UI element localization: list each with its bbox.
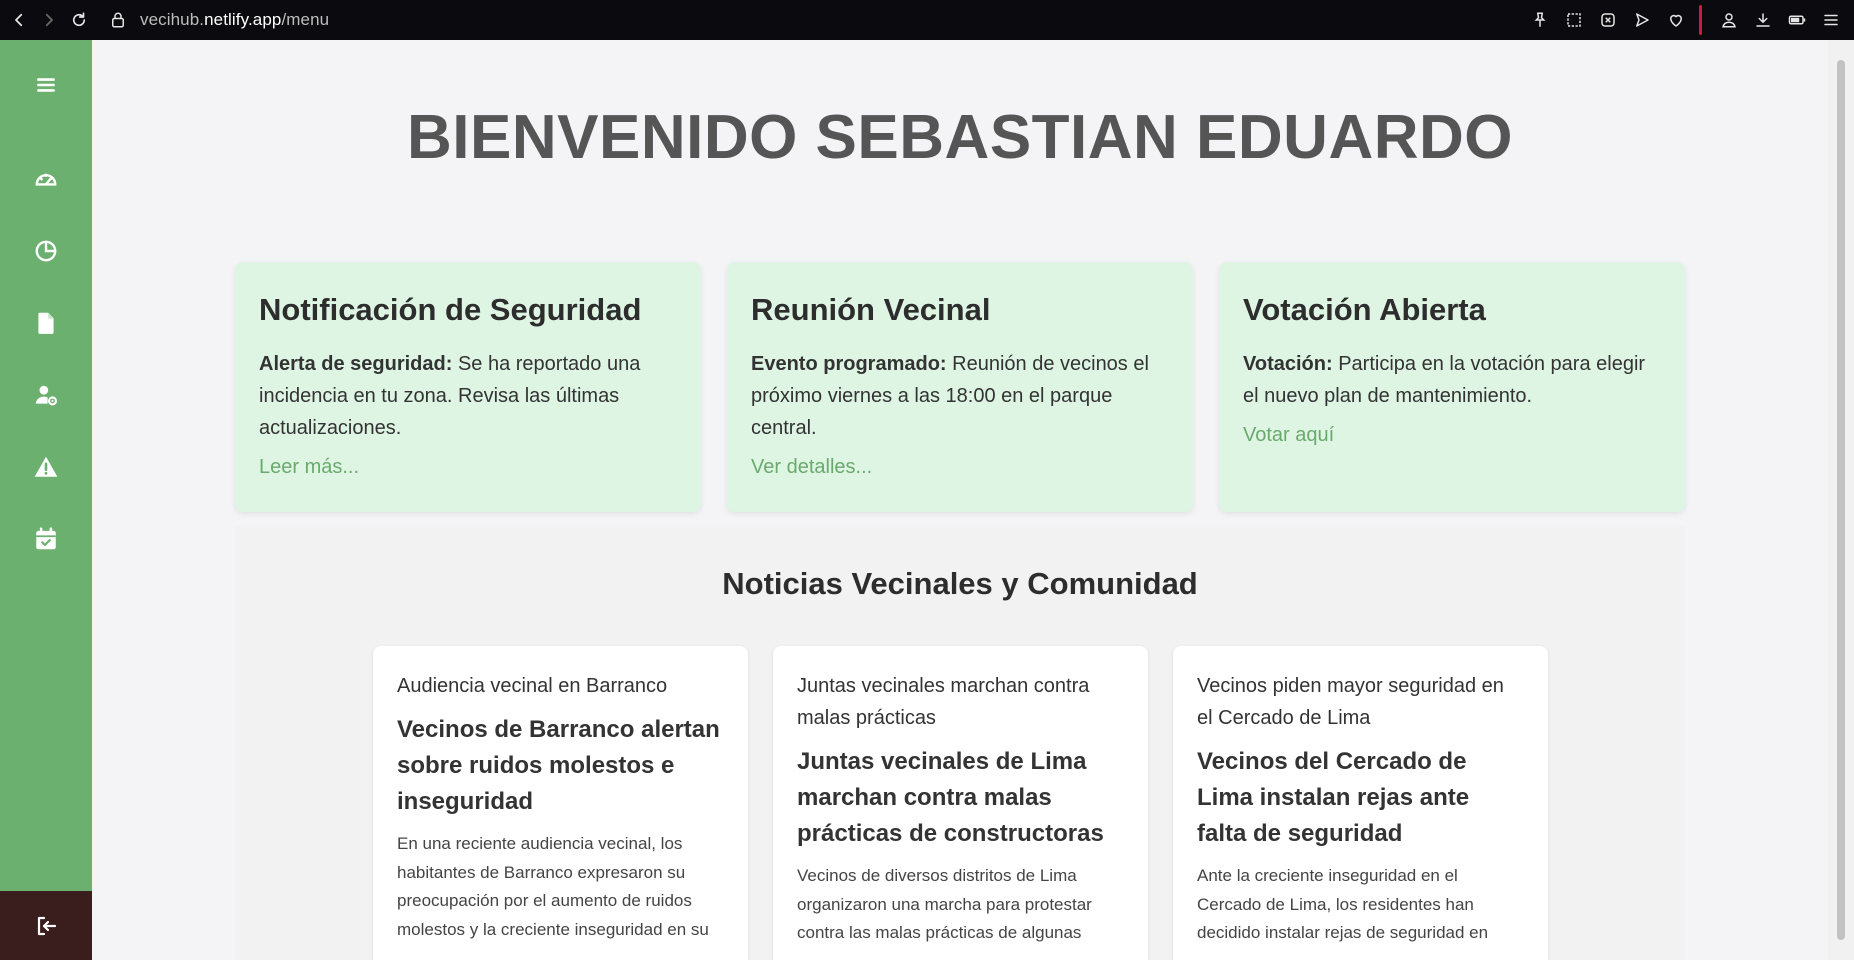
news-card[interactable]: Vecinos piden mayor seguridad en el Cerc… (1173, 646, 1548, 960)
user-settings-icon (35, 385, 58, 406)
forward-button[interactable] (34, 0, 64, 40)
news-section: Noticias Vecinales y Comunidad Audiencia… (235, 526, 1685, 960)
card-title: Reunión Vecinal (751, 292, 991, 327)
screenshot-icon[interactable] (1557, 0, 1591, 40)
news-summary: En una reciente audiencia vecinal, los h… (397, 834, 709, 939)
news-title[interactable]: Juntas vecinales de Lima marchan contra … (797, 744, 1124, 852)
news-card[interactable]: Juntas vecinales marchan contra malas pr… (773, 646, 1148, 960)
news-image: Audiencia vecinal en Barranco (397, 675, 668, 697)
news-title[interactable]: Vecinos del Cercado de Lima instalan rej… (1197, 744, 1524, 852)
send-icon[interactable] (1625, 0, 1659, 40)
sidebar (0, 40, 92, 960)
close-box-icon[interactable] (1591, 0, 1625, 40)
lock-icon[interactable] (108, 0, 128, 40)
welcome-heading: BIENVENIDO SEBASTIAN EDUARDO (407, 103, 1513, 172)
details-link[interactable]: Ver detalles... (751, 456, 1169, 479)
browser-menu-icon[interactable] (1814, 0, 1848, 40)
sidebar-item-user-settings[interactable] (0, 370, 92, 420)
calendar-icon (36, 527, 56, 550)
warning-icon (34, 456, 58, 477)
card-label: Evento programado: (751, 353, 947, 375)
pin-icon[interactable] (1523, 0, 1557, 40)
heart-icon[interactable] (1659, 0, 1693, 40)
card-security: Notificación de Seguridad Alerta de segu… (235, 262, 701, 512)
card-vote: Votación Abierta Votación: Participa en … (1219, 262, 1685, 512)
battery-icon (1780, 0, 1814, 40)
scrollbar-thumb[interactable] (1837, 60, 1845, 940)
page-scrollbar[interactable] (1828, 40, 1854, 960)
card-label: Votación: (1243, 353, 1333, 375)
sidebar-item-dashboard[interactable] (0, 154, 92, 204)
card-meeting: Reunión Vecinal Evento programado: Reuni… (727, 262, 1193, 512)
browser-toolbar: vecihub.netlify.app/menu (0, 0, 1854, 40)
news-image: Juntas vecinales marchan contra malas pr… (797, 675, 1090, 729)
forward-arrow-icon (45, 13, 53, 27)
sidebar-item-stats[interactable] (0, 226, 92, 276)
card-text: Votación: Participa en la votación para … (1243, 353, 1646, 407)
logout-icon (37, 916, 57, 935)
read-more-link[interactable]: Leer más... (259, 456, 677, 479)
url-host: netlify.app (204, 10, 282, 29)
back-arrow-icon (15, 13, 23, 27)
dashboard-icon (35, 173, 57, 186)
back-button[interactable] (4, 0, 34, 40)
menu-icon (37, 78, 55, 92)
sidebar-item-calendar[interactable] (0, 514, 92, 564)
news-summary: Vecinos de diversos distritos de Lima or… (797, 866, 1092, 942)
logout-button[interactable] (0, 891, 92, 960)
card-title: Votación Abierta (1243, 292, 1486, 327)
card-title: Notificación de Seguridad (259, 292, 642, 327)
reload-button[interactable] (64, 0, 94, 40)
reload-icon (72, 12, 86, 27)
download-icon[interactable] (1746, 0, 1780, 40)
url-prefix: vecihub. (140, 10, 205, 29)
card-text: Alerta de seguridad: Se ha reportado una… (259, 353, 641, 439)
news-heading: Noticias Vecinales y Comunidad (722, 566, 1198, 601)
vote-link[interactable]: Votar aquí (1243, 424, 1661, 447)
toolbar-separator (1699, 5, 1702, 35)
card-label: Alerta de seguridad: (259, 353, 453, 375)
sidebar-toggle[interactable] (0, 60, 92, 110)
address-bar[interactable]: vecihub.netlify.app/menu (140, 10, 329, 30)
card-text: Evento programado: Reunión de vecinos el… (751, 353, 1149, 439)
sidebar-item-alerts[interactable] (0, 442, 92, 492)
document-icon (38, 312, 54, 334)
url-path: /menu (281, 10, 330, 29)
profile-icon[interactable] (1712, 0, 1746, 40)
sidebar-item-documents[interactable] (0, 298, 92, 348)
news-title[interactable]: Vecinos de Barranco alertan sobre ruidos… (397, 712, 724, 820)
main-content: BIENVENIDO SEBASTIAN EDUARDO Notificació… (92, 40, 1828, 960)
news-image: Vecinos piden mayor seguridad en el Cerc… (1197, 675, 1504, 729)
news-card[interactable]: Audiencia vecinal en Barranco Vecinos de… (373, 646, 748, 960)
news-summary: Ante la creciente inseguridad en el Cerc… (1197, 866, 1489, 942)
pie-chart-icon (35, 240, 57, 262)
